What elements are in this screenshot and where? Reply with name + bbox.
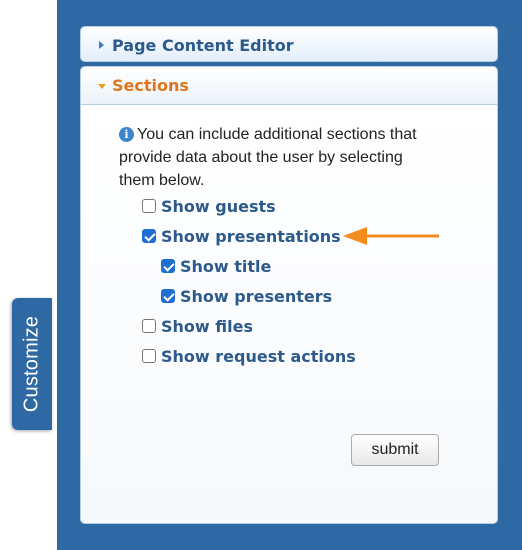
orange-arrow-icon: [343, 227, 439, 245]
page-content-editor-title: Page Content Editor: [112, 36, 294, 55]
option-show-guests[interactable]: Show guests: [142, 195, 276, 217]
checkbox[interactable]: [161, 259, 175, 273]
sections-body: i You can include additional sections tha…: [81, 105, 497, 523]
option-label: Show presentations: [161, 226, 341, 246]
checkbox[interactable]: [142, 349, 156, 363]
option-show-presentations[interactable]: Show presentations: [142, 225, 341, 247]
info-message: i You can include additional sections tha…: [119, 123, 429, 192]
checkbox[interactable]: [142, 229, 156, 243]
checkbox[interactable]: [142, 199, 156, 213]
checkbox[interactable]: [161, 289, 175, 303]
option-label: Show guests: [161, 196, 276, 216]
option-show-request-actions[interactable]: Show request actions: [142, 345, 356, 367]
customize-tab-label: Customize: [20, 315, 43, 413]
page-content-editor-header[interactable]: Page Content Editor: [80, 26, 498, 62]
sections-panel: Sections i You can include additional sec…: [80, 66, 498, 524]
checkbox[interactable]: [142, 319, 156, 333]
submit-button[interactable]: submit: [351, 434, 439, 466]
option-label: Show presenters: [180, 286, 333, 306]
option-label: Show files: [161, 316, 253, 336]
option-show-title[interactable]: Show title: [161, 255, 271, 277]
triangle-right-icon: [99, 41, 104, 49]
info-icon: i: [119, 127, 134, 142]
option-show-presenters[interactable]: Show presenters: [161, 285, 332, 307]
sections-title: Sections: [112, 76, 189, 95]
option-label: Show title: [180, 256, 272, 276]
info-text: You can include additional sections that…: [119, 126, 417, 189]
customize-tab[interactable]: Customize: [12, 298, 52, 430]
option-label: Show request actions: [161, 346, 356, 366]
triangle-down-icon: [98, 84, 106, 89]
option-show-files[interactable]: Show files: [142, 315, 253, 337]
sections-header[interactable]: Sections: [81, 67, 497, 105]
